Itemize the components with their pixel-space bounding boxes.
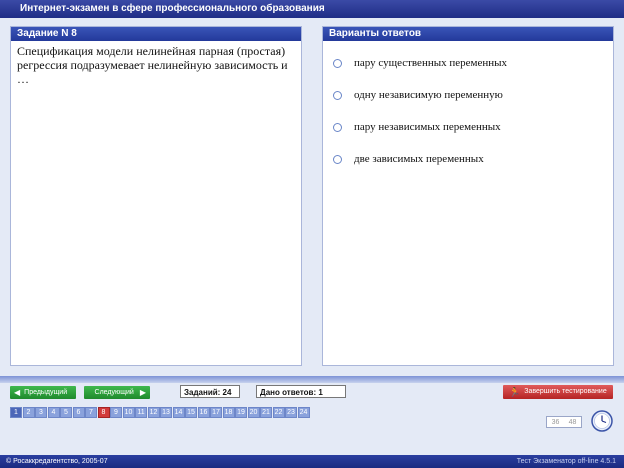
answer-option-label: две зависимых переменных <box>354 153 484 165</box>
footer-copyright: © Росаккредагентство, 2005-07 <box>6 458 108 465</box>
running-man-icon: 🏃 <box>509 387 521 397</box>
finish-test-button[interactable]: 🏃 Завершить тестирование <box>503 385 613 399</box>
finish-test-label: Завершить тестирование <box>524 388 607 395</box>
arrow-left-icon: ◀ <box>14 388 21 397</box>
page-button-18[interactable]: 18 <box>222 407 235 418</box>
page-button-5[interactable]: 5 <box>60 407 72 418</box>
question-panel-header: Задание N 8 <box>11 27 301 41</box>
page-button-1[interactable]: 1 <box>10 407 22 418</box>
page-button-17[interactable]: 17 <box>210 407 222 418</box>
page-button-2[interactable]: 2 <box>22 407 35 418</box>
page-button-20[interactable]: 20 <box>247 407 260 418</box>
page-button-16[interactable]: 16 <box>197 407 210 418</box>
page-button-8[interactable]: 8 <box>97 407 110 418</box>
footer-version: Тест Экзаменатор off-line 4.5.1 <box>516 458 616 465</box>
page-button-4[interactable]: 4 <box>47 407 60 418</box>
radio-icon[interactable] <box>333 122 342 132</box>
answer-option-3[interactable]: пару независимых переменных <box>333 119 501 135</box>
prev-button[interactable]: ◀ Предыдущий <box>10 386 76 399</box>
answered-count: Дано ответов: 1 <box>256 385 346 398</box>
page-button-3[interactable]: 3 <box>35 407 47 418</box>
page-button-6[interactable]: 6 <box>72 407 85 418</box>
page-button-13[interactable]: 13 <box>160 407 172 418</box>
page-navigator: 1 2 3 4 5 6 7 8 9 10 11 12 13 14 15 16 17 18 19 20 21 22 23 24 <box>10 407 310 418</box>
timer: 36 48 <box>546 416 582 428</box>
timer-minutes: 36 <box>551 418 560 426</box>
page-button-9[interactable]: 9 <box>110 407 122 418</box>
page-button-7[interactable]: 7 <box>85 407 97 418</box>
answer-option-label: пару независимых переменных <box>354 121 501 133</box>
next-button[interactable]: Следующий ▶ <box>84 386 150 399</box>
page-button-19[interactable]: 19 <box>235 407 247 418</box>
answers-panel-header: Варианты ответов <box>323 27 613 41</box>
status-footer: © Росаккредагентство, 2005-07 Тест Экзам… <box>0 455 624 468</box>
answer-option-4[interactable]: две зависимых переменных <box>333 151 484 167</box>
answers-panel: Варианты ответов пару существенных перем… <box>322 26 614 366</box>
answer-option-label: одну независимую переменную <box>354 89 503 101</box>
window-title: Интернет-экзамен в сфере профессионально… <box>0 0 624 18</box>
answer-option-label: пару существенных переменных <box>354 57 508 69</box>
bottom-separator <box>0 376 624 383</box>
page-button-10[interactable]: 10 <box>122 407 135 418</box>
page-button-15[interactable]: 15 <box>185 407 197 418</box>
radio-icon[interactable] <box>333 90 342 100</box>
page-button-21[interactable]: 21 <box>260 407 272 418</box>
next-button-label: Следующий <box>94 389 134 396</box>
radio-icon[interactable] <box>333 58 342 68</box>
page-button-22[interactable]: 22 <box>272 407 285 418</box>
radio-icon[interactable] <box>333 154 342 164</box>
question-panel: Задание N 8 Спецификация модели нелинейн… <box>10 26 302 366</box>
page-button-14[interactable]: 14 <box>172 407 185 418</box>
page-button-12[interactable]: 12 <box>147 407 160 418</box>
timer-seconds: 48 <box>568 418 577 426</box>
clock-icon <box>591 410 613 432</box>
answer-option-2[interactable]: одну независимую переменную <box>333 87 503 103</box>
question-text: Спецификация модели нелинейная парная (п… <box>17 44 288 86</box>
page-button-23[interactable]: 23 <box>285 407 297 418</box>
arrow-right-icon: ▶ <box>139 388 146 397</box>
page-button-24[interactable]: 24 <box>297 407 310 418</box>
answer-option-1[interactable]: пару существенных переменных <box>333 55 507 71</box>
tasks-count: Заданий: 24 <box>180 385 240 398</box>
prev-button-label: Предыдущий <box>24 389 68 396</box>
page-button-11[interactable]: 11 <box>135 407 147 418</box>
